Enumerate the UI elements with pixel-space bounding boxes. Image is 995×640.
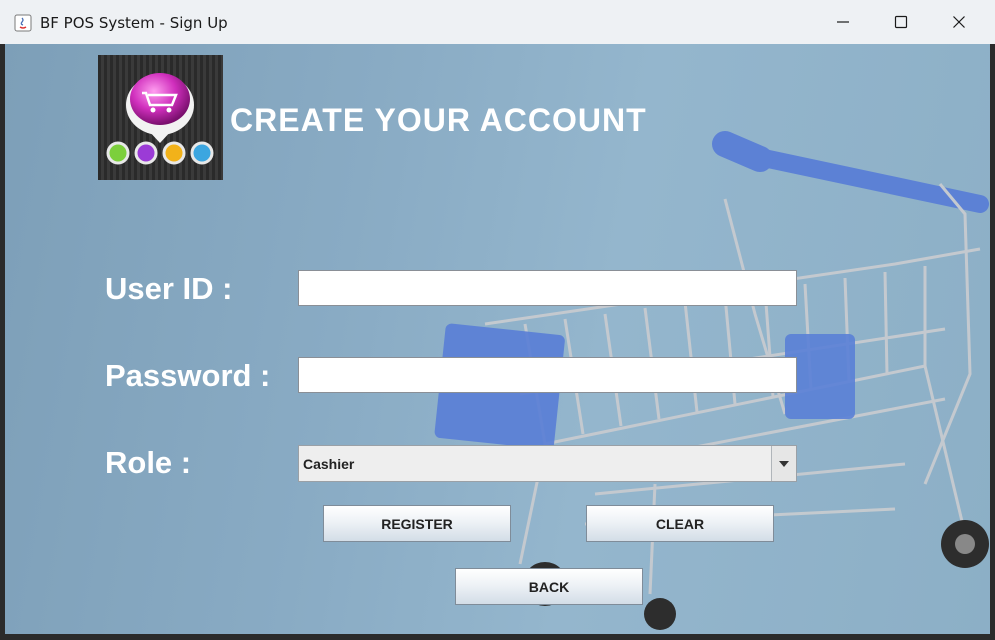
password-input[interactable] [298, 357, 797, 393]
user-id-label: User ID : [105, 271, 233, 306]
role-selected-value: Cashier [303, 456, 355, 472]
clear-button[interactable]: CLEAR [586, 505, 774, 542]
window-title: BF POS System - Sign Up [40, 14, 228, 32]
minimize-icon [837, 21, 849, 23]
app-window: BF POS System - Sign Up CREATE YOUR ACCO… [0, 0, 995, 640]
page-title: CREATE YOUR ACCOUNT [230, 102, 647, 138]
title-bar[interactable]: BF POS System - Sign Up [0, 0, 995, 45]
java-app-icon [14, 14, 32, 32]
role-label: Role : [105, 445, 192, 480]
role-dropdown[interactable]: Cashier [298, 445, 797, 482]
close-button[interactable] [930, 0, 988, 44]
password-label: Password : [105, 358, 271, 393]
pos-logo [98, 55, 223, 180]
back-button[interactable]: BACK [455, 568, 643, 605]
window-border-bottom [0, 634, 995, 640]
user-id-input[interactable] [298, 270, 797, 306]
maximize-button[interactable] [872, 0, 930, 44]
maximize-icon [894, 15, 908, 29]
shopping-cart-logo-icon [106, 73, 214, 165]
close-icon [953, 16, 965, 28]
minimize-button[interactable] [814, 0, 872, 44]
chevron-down-icon [779, 460, 789, 467]
dropdown-arrow-button[interactable] [771, 446, 796, 481]
window-border-right [990, 44, 995, 640]
signup-form-panel: CREATE YOUR ACCOUNT User ID : Password :… [5, 44, 990, 634]
register-button[interactable]: REGISTER [323, 505, 511, 542]
